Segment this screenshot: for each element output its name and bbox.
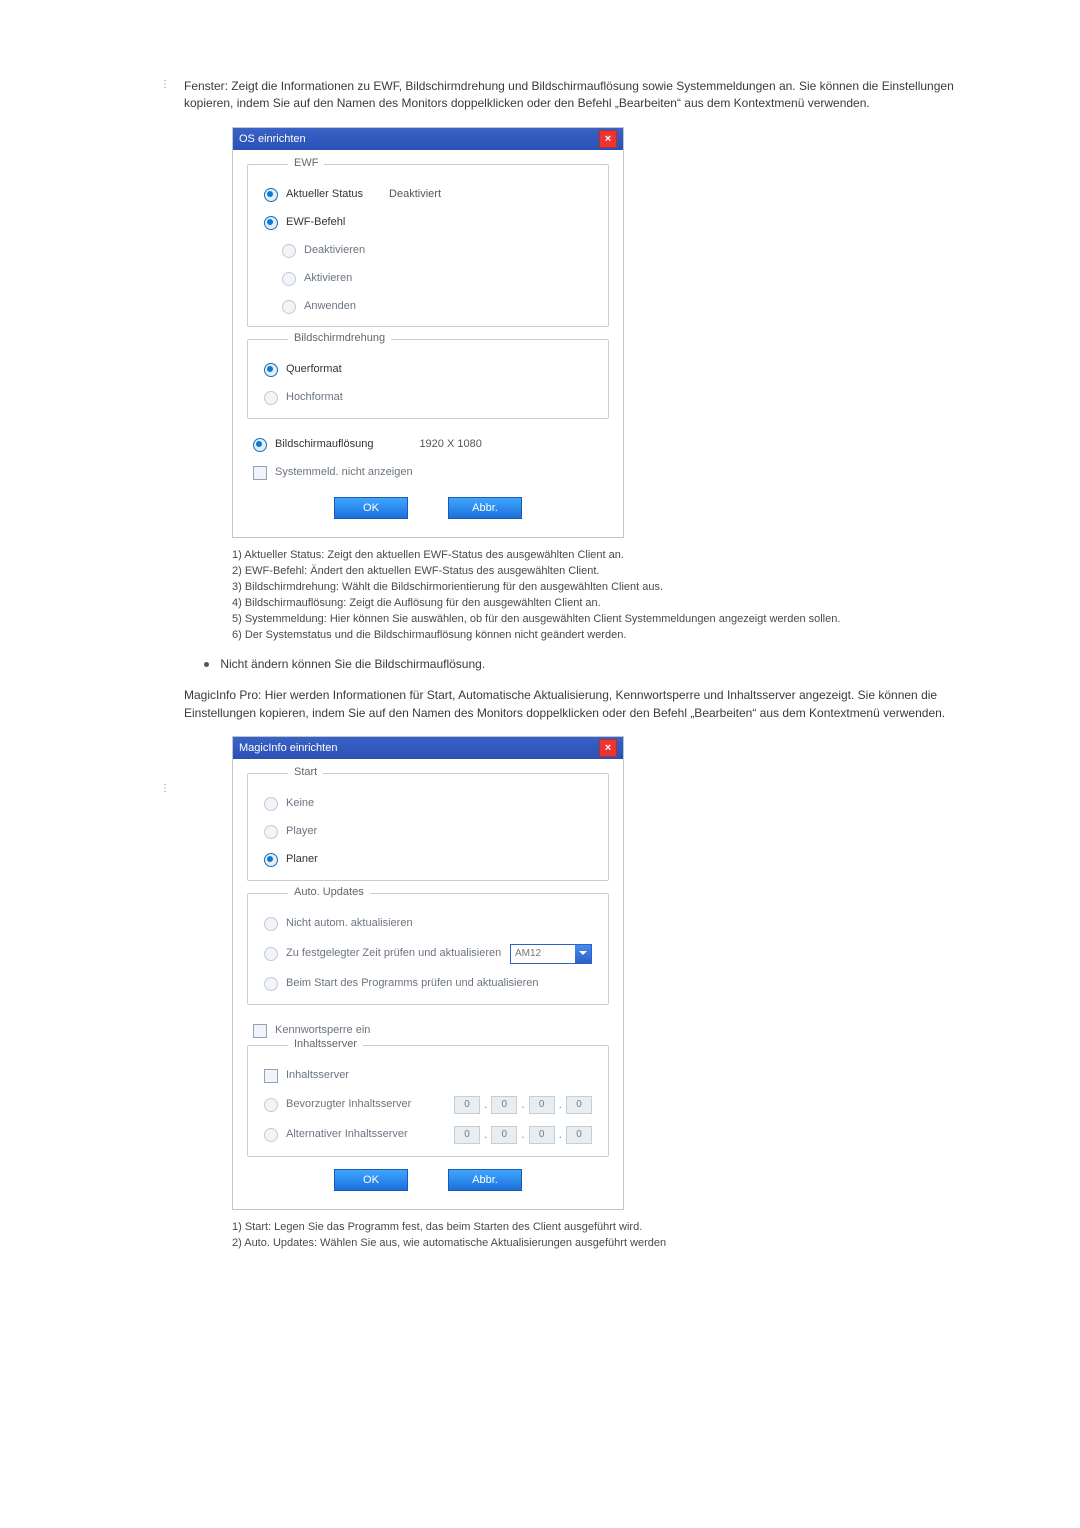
ip-input-preferred[interactable]: 0. 0. 0. 0 [454, 1096, 592, 1114]
group-legend-auto-updates: Auto. Updates [288, 885, 370, 901]
ip-input-alternate[interactable]: 0. 0. 0. 0 [454, 1126, 592, 1144]
radio-preferred-server[interactable] [264, 1098, 278, 1112]
radio-ewf-befehl[interactable] [264, 216, 278, 230]
label-start-player: Player [286, 824, 317, 840]
ok-button[interactable]: OK [334, 1169, 408, 1191]
dialog-title: OS einrichten [239, 128, 306, 150]
label-sysmsg: Systemmeld. nicht anzeigen [275, 465, 413, 481]
dialog-title: MagicInfo einrichten [239, 737, 337, 759]
chevron-down-icon [575, 945, 591, 963]
checkbox-inhaltsserver[interactable] [264, 1069, 278, 1083]
radio-on-start[interactable] [264, 977, 278, 991]
close-icon[interactable]: × [599, 739, 617, 757]
radio-hochformat[interactable] [264, 391, 278, 405]
label-ewf-befehl: EWF-Befehl [286, 215, 345, 231]
list-item: 5) Systemmeldung: Hier können Sie auswäh… [232, 612, 960, 628]
checkbox-sysmsg[interactable] [253, 466, 267, 480]
label-preferred-server: Bevorzugter Inhaltsserver [286, 1097, 411, 1113]
time-value: AM12 [515, 947, 541, 962]
intro-text-2: MagicInfo Pro: Hier werden Informationen… [184, 687, 960, 722]
list-item: 4) Bildschirmauflösung: Zeigt die Auflös… [232, 596, 960, 612]
bullet-note: Nicht ändern können Sie die Bildschirmau… [204, 656, 960, 673]
radio-start-planer[interactable] [264, 853, 278, 867]
value-resolution: 1920 X 1080 [419, 437, 481, 453]
radio-aktivieren[interactable] [282, 272, 296, 286]
label-at-time: Zu festgelegter Zeit prüfen und aktualis… [286, 946, 501, 962]
list-item: 3) Bildschirmdrehung: Wählt die Bildschi… [232, 580, 960, 596]
list-item: 1) Start: Legen Sie das Programm fest, d… [232, 1220, 960, 1236]
label-resolution: Bildschirmauflösung [275, 437, 373, 453]
cancel-button[interactable]: Abbr. [448, 1169, 522, 1191]
group-legend-ewf: EWF [288, 156, 324, 172]
radio-current-status[interactable] [264, 188, 278, 202]
radio-resolution[interactable] [253, 438, 267, 452]
dialog-magicinfo-einrichten: MagicInfo einrichten × Start Keine Playe… [232, 736, 624, 1210]
notes-list-2: 1) Start: Legen Sie das Programm fest, d… [232, 1220, 960, 1252]
cancel-button[interactable]: Abbr. [448, 497, 522, 519]
label-anwenden: Anwenden [304, 299, 356, 315]
group-legend-inhaltsserver: Inhaltsserver [288, 1037, 363, 1053]
list-item: 2) Auto. Updates: Wählen Sie aus, wie au… [232, 1236, 960, 1252]
label-aktivieren: Aktivieren [304, 271, 352, 287]
group-legend-rotation: Bildschirmdrehung [288, 331, 391, 347]
intro-text-1: Fenster: Zeigt die Informationen zu EWF,… [184, 78, 960, 113]
time-dropdown[interactable]: AM12 [510, 944, 592, 964]
label-hochformat: Hochformat [286, 390, 343, 406]
close-icon[interactable]: × [599, 130, 617, 148]
list-item: 2) EWF-Befehl: Ändert den aktuellen EWF-… [232, 564, 960, 580]
list-item: 6) Der Systemstatus und die Bildschirmau… [232, 628, 960, 644]
label-inhaltsserver: Inhaltsserver [286, 1068, 349, 1084]
radio-anwenden[interactable] [282, 300, 296, 314]
radio-no-auto[interactable] [264, 917, 278, 931]
label-on-start: Beim Start des Programms prüfen und aktu… [286, 976, 539, 992]
label-start-keine: Keine [286, 796, 314, 812]
radio-alternate-server[interactable] [264, 1128, 278, 1142]
label-alternate-server: Alternativer Inhaltsserver [286, 1127, 408, 1143]
radio-at-time[interactable] [264, 947, 278, 961]
radio-querformat[interactable] [264, 363, 278, 377]
group-legend-start: Start [288, 765, 323, 781]
label-no-auto: Nicht autom. aktualisieren [286, 916, 413, 932]
list-item: 1) Aktueller Status: Zeigt den aktuellen… [232, 548, 960, 564]
label-current-status: Aktueller Status [286, 187, 363, 203]
checkbox-pwlock[interactable] [253, 1024, 267, 1038]
ok-button[interactable]: OK [334, 497, 408, 519]
value-current-status: Deaktiviert [389, 187, 441, 203]
dialog-os-einrichten: OS einrichten × EWF Aktueller Status Dea… [232, 127, 624, 538]
label-querformat: Querformat [286, 362, 342, 378]
list-marker: ⋮ [160, 782, 170, 797]
notes-list-1: 1) Aktueller Status: Zeigt den aktuellen… [232, 548, 960, 644]
bullet-icon [204, 662, 209, 667]
radio-deaktivieren[interactable] [282, 244, 296, 258]
radio-start-keine[interactable] [264, 797, 278, 811]
label-deaktivieren: Deaktivieren [304, 243, 365, 259]
radio-start-player[interactable] [264, 825, 278, 839]
list-marker: ⋮ [160, 78, 170, 93]
label-start-planer: Planer [286, 852, 318, 868]
